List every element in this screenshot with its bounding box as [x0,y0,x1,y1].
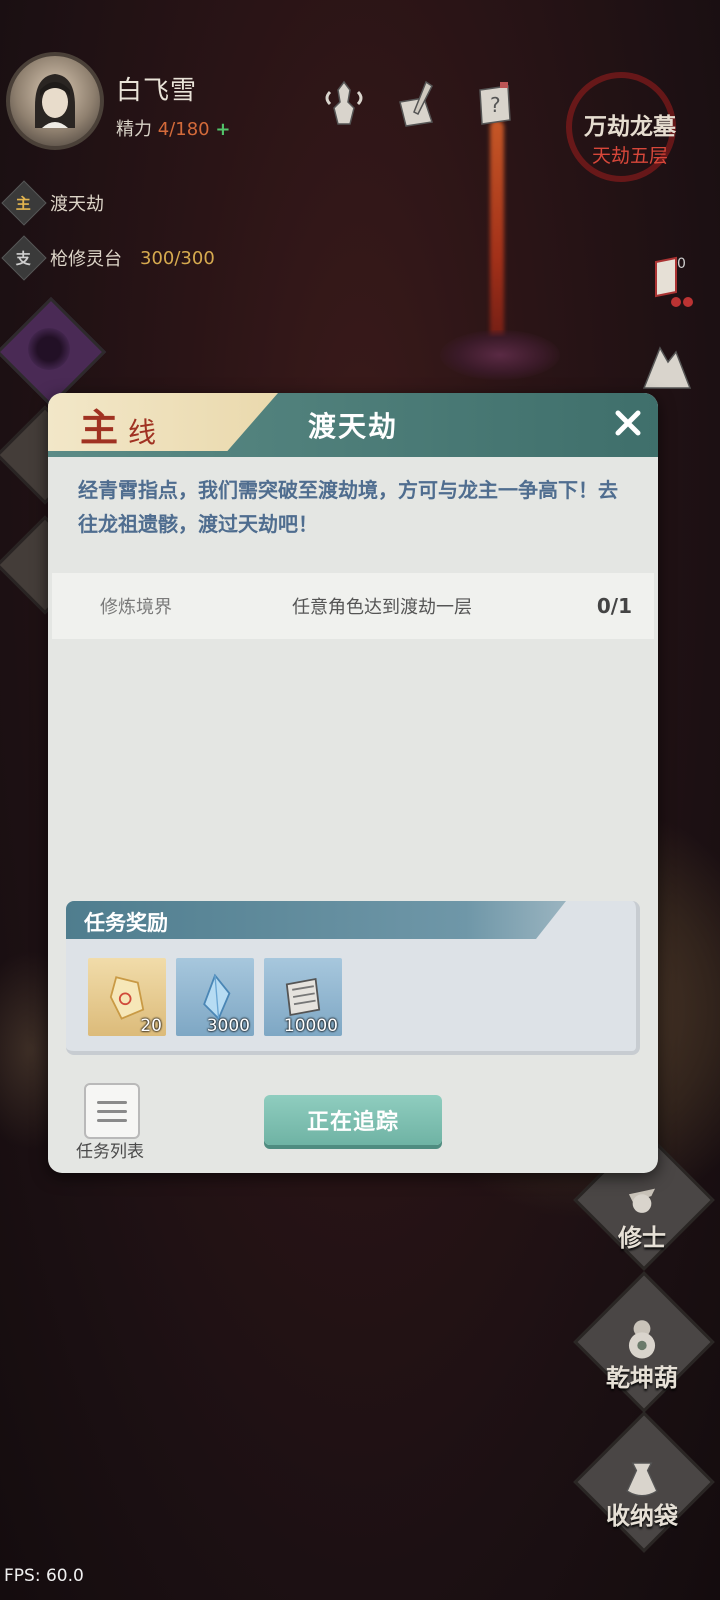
dialog-title: 渡天劫 [307,410,398,443]
task-list-button[interactable] [84,1083,140,1139]
quill-paper-icon [399,80,433,127]
add-energy-button[interactable]: + [215,119,230,140]
location-name[interactable]: 万劫龙墓 [560,107,700,141]
task-list-label: 任务列表 [76,1142,144,1162]
reward-qty: 3000 [206,1016,250,1036]
side-quest-tracker[interactable]: 支 枪修灵台 300/300 [1,235,215,281]
quest-requirement-row: 修炼境界 任意角色达到渡劫一层 0/1 [52,573,654,639]
tracking-button[interactable]: 正在追踪 [264,1095,442,1145]
side-quest-progress: 300/300 [140,247,215,269]
player-avatar[interactable] [6,52,104,150]
energy-value: 4/180 [157,119,210,140]
reward-qty: 10000 [283,1016,338,1036]
side-quest-badge: 支 [1,235,47,281]
character-portrait-icon [35,74,75,128]
notification-count: 0 [677,256,686,272]
reward-qty: 20 [140,1016,162,1036]
rewards-panel: 任务奖励 20 3000 10000 [66,901,640,1055]
main-quest-title: 渡天劫 [50,194,104,215]
side-quest-title: 枪修灵台 [50,249,122,270]
demon-face-icon [28,328,70,370]
close-icon [615,410,641,436]
close-button[interactable] [608,403,648,443]
scroll-icon: ? [479,82,511,125]
top-tower-button[interactable] [316,74,372,134]
requirement-type: 修炼境界 [100,597,172,618]
top-quill-button[interactable] [390,74,446,134]
mountain-icon[interactable] [640,338,694,394]
top-scroll-button[interactable]: ? [466,74,522,134]
main-quest-badge: 主 [1,180,47,226]
music-notes-icon[interactable] [646,252,694,312]
main-quest-tracker[interactable]: 主 渡天劫 [1,180,104,226]
quest-dialog: 主 线 渡天劫 经青霄指点，我们需突破至渡劫境，方可与龙主一争高下！去往龙祖遗骸… [48,393,658,1173]
bag-menu-label: 收纳袋 [606,1502,678,1530]
lava-pool-decoration [440,330,560,380]
fps-counter: FPS: 60.0 [4,1566,84,1586]
rewards-title: 任务奖励 [84,911,168,935]
reward-item-2[interactable]: 3000 [176,958,254,1036]
reward-item-1[interactable]: 20 [88,958,166,1036]
reward-item-3[interactable]: 10000 [264,958,342,1036]
energy-label: 精力 [116,119,152,140]
tower-icon [325,80,363,125]
gourd-menu-label: 乾坤葫 [606,1364,678,1392]
energy-display: 精力 4/180 + [116,115,230,141]
player-name: 白飞雪 [116,76,198,106]
svg-text:?: ? [490,93,501,117]
location-floor: 天劫五层 [591,145,668,167]
lava-beam-decoration [490,120,504,350]
requirement-progress: 0/1 [596,594,632,618]
requirement-description: 任意角色达到渡劫一层 [292,597,472,618]
cultivator-menu-label: 修士 [618,1224,666,1252]
quest-description: 经青霄指点，我们需突破至渡劫境，方可与龙主一争高下！去往龙祖遗骸，渡过天劫吧！ [78,478,618,536]
